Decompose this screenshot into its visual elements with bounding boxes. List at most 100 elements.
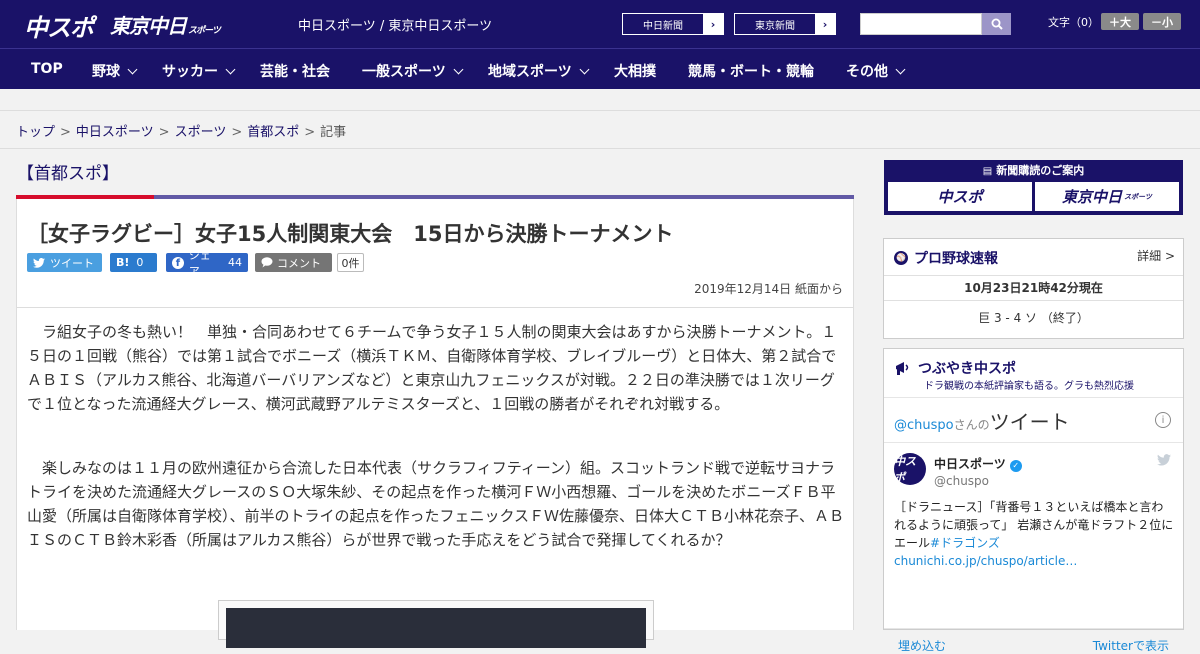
chunichi-shimbun-button[interactable]: 中日新聞 ›	[622, 13, 724, 35]
twitter-san-label: さんの	[953, 418, 990, 432]
comment-count: 0件	[337, 253, 364, 272]
hatena-bookmark-button[interactable]: B! 0	[110, 253, 157, 272]
comment-button[interactable]: コメント	[255, 253, 332, 272]
search-icon	[991, 18, 1003, 30]
nav-label: 芸能・社会	[260, 64, 330, 80]
tokyo-chunichi-sports-logo[interactable]: 東京中日 スポーツ	[110, 10, 221, 39]
hatena-bookmark-icon: B!	[116, 256, 130, 269]
breadcrumb-separator: >	[231, 125, 243, 140]
chevron-right-icon: ›	[815, 14, 835, 34]
tweet-hashtag-link[interactable]: #ドラゴンズ	[930, 536, 1000, 550]
nav-item-top[interactable]: TOP	[31, 61, 63, 77]
article-divider	[17, 307, 853, 308]
tweet-account-handle[interactable]: @chuspo	[934, 474, 989, 488]
search-input[interactable]	[860, 13, 982, 35]
nav-item-sumo[interactable]: 大相撲	[614, 61, 656, 81]
nav-item-entertainment[interactable]: 芸能・社会	[260, 61, 330, 81]
nav-item-general-sports[interactable]: 一般スポーツ	[362, 61, 464, 81]
article-date: 2019年12月14日 紙面から	[694, 282, 843, 296]
tweet-button[interactable]: ツイート	[27, 253, 102, 272]
view-on-twitter-link[interactable]: Twitterで表示	[1093, 637, 1169, 654]
search-button[interactable]	[982, 13, 1011, 35]
tokyo-shimbun-button[interactable]: 東京新聞 ›	[734, 13, 836, 35]
article-paragraph: 楽しみなのは１１月の欧州遠征から合流した日本代表（サクラフィフティーン）組。スコ…	[27, 459, 845, 549]
hatena-count: 0	[136, 256, 144, 269]
font-smaller-button[interactable]: －小	[1143, 13, 1181, 30]
account-name-text: 中日スポーツ	[934, 457, 1006, 471]
avatar[interactable]: 中スポ	[894, 453, 926, 485]
twitter-tweets-label: ツイート	[989, 410, 1070, 434]
baseball-updated-time: 10月23日21時42分現在	[964, 281, 1103, 295]
subscription-chuspo-box[interactable]: 中スポ	[888, 182, 1032, 211]
newspaper-icon: ▤	[982, 166, 993, 177]
tweet-account-name[interactable]: 中日スポーツ ✓	[934, 455, 1022, 472]
breadcrumb-bar: トップ > 中日スポーツ > スポーツ > 首都スポ > 記事	[0, 110, 1200, 149]
chevron-right-icon: ›	[703, 14, 723, 34]
baseball-game-score[interactable]: 巨 3 - 4 ソ （終了）	[884, 309, 1183, 326]
article-photo[interactable]	[226, 608, 646, 648]
nav-label: 大相撲	[614, 64, 656, 80]
nav-item-baseball[interactable]: 野球	[92, 61, 138, 81]
facebook-count: 44	[228, 256, 242, 269]
category-heading: 【首都スポ】	[17, 164, 119, 184]
divider	[884, 442, 1183, 443]
twitter-bird-icon	[33, 257, 45, 268]
twitter-embed-link[interactable]: 埋め込む	[898, 637, 946, 654]
breadcrumb: トップ > 中日スポーツ > スポーツ > 首都スポ > 記事	[16, 121, 346, 140]
tweet-url-link[interactable]: chunichi.co.jp/chuspo/article…	[894, 554, 1077, 568]
subscription-title-text: 新聞購読のご案内	[996, 164, 1085, 177]
article-photo-frame	[218, 600, 654, 648]
nav-label: 一般スポーツ	[362, 64, 446, 80]
nav-label: 地域スポーツ	[488, 64, 572, 80]
divider	[884, 275, 1183, 276]
info-icon[interactable]: i	[1155, 412, 1171, 428]
twitter-handle-link[interactable]: @chuspo	[894, 418, 954, 433]
subscription-tokyo-text: 東京中日	[1062, 188, 1123, 206]
tokyo-shimbun-label: 東京新聞	[755, 20, 795, 32]
baseball-scores-widget: ⚾ プロ野球速報 詳細 > 10月23日21時42分現在 巨 3 - 4 ソ （終…	[883, 238, 1184, 339]
facebook-share-label: シェア	[188, 248, 211, 278]
megaphone-icon	[896, 362, 909, 375]
subscription-title: ▤ 新聞購読のご案内	[884, 162, 1183, 178]
site-name-link[interactable]: 中日スポーツ / 東京中日スポーツ	[298, 15, 492, 34]
facebook-icon: f	[172, 256, 184, 269]
tokyo-chunichi-logo-sub: スポーツ	[188, 26, 221, 36]
nav-label: サッカー	[162, 64, 218, 80]
nav-item-regional-sports[interactable]: 地域スポーツ	[488, 61, 590, 81]
breadcrumb-separator: >	[60, 125, 71, 140]
subscription-tokyo-chunichi-box[interactable]: 東京中日 スポーツ	[1035, 182, 1179, 211]
nav-label: 野球	[92, 64, 120, 80]
divider	[884, 300, 1183, 301]
chunichi-sports-logo[interactable]: 中スポ	[24, 8, 94, 43]
nav-item-soccer[interactable]: サッカー	[162, 61, 236, 81]
breadcrumb-item-chunichi-sports[interactable]: 中日スポーツ	[76, 125, 154, 140]
twitter-widget-title: つぶやき中スポ	[894, 358, 1016, 378]
facebook-share-button[interactable]: f シェア 44	[166, 249, 248, 278]
chevron-down-icon	[225, 64, 236, 74]
twitter-widget-subtitle: ドラ観戦の本紙評論家も語る。グラも熱烈応援	[924, 381, 1134, 392]
chevron-down-icon	[895, 64, 906, 74]
nav-label: その他	[846, 64, 888, 80]
subscription-tokyo-sub: スポーツ	[1124, 192, 1152, 201]
subscription-chuspo-text: 中スポ	[937, 188, 983, 206]
twitter-title-text: つぶやき中スポ	[918, 361, 1016, 377]
breadcrumb-item-sports[interactable]: スポーツ	[175, 125, 227, 140]
breadcrumb-item-shuto-supo[interactable]: 首都スポ	[247, 125, 299, 140]
baseball-icon: ⚾	[894, 251, 908, 265]
nav-item-other[interactable]: その他	[846, 61, 906, 81]
nav-item-racing[interactable]: 競馬・ボート・競輪	[688, 61, 814, 81]
comment-label: コメント	[277, 256, 321, 270]
main-nav: TOP 野球 サッカー 芸能・社会 一般スポーツ 地域スポーツ 大相撲 競馬・ボ…	[0, 48, 1200, 89]
breadcrumb-item-top[interactable]: トップ	[16, 125, 55, 140]
baseball-details-link[interactable]: 詳細 >	[1137, 247, 1175, 264]
article-headline: ［女子ラグビー］女子15人制関東大会 15日から決勝トーナメント	[27, 222, 674, 246]
twitter-timeline: @chuspoさんのツイート i 中スポ 中日スポーツ ✓ @chuspo ［ドラ…	[884, 397, 1183, 653]
subscription-banner[interactable]: ▤ 新聞購読のご案内 中スポ 東京中日 スポーツ	[884, 160, 1183, 215]
divider	[884, 628, 1183, 629]
chunichi-shimbun-label: 中日新聞	[643, 20, 683, 32]
twitter-bird-icon[interactable]	[1157, 454, 1171, 470]
article-paragraph: ラ組女子の冬も熱い！ 単独・合同あわせて６チームで争う女子１５人制の関東大会はあ…	[27, 323, 837, 413]
baseball-title-text: プロ野球速報	[914, 251, 998, 267]
font-larger-button[interactable]: ＋大	[1101, 13, 1139, 30]
site-header: 中スポ 東京中日 スポーツ 中日スポーツ / 東京中日スポーツ 中日新聞 › 東京…	[0, 0, 1200, 48]
